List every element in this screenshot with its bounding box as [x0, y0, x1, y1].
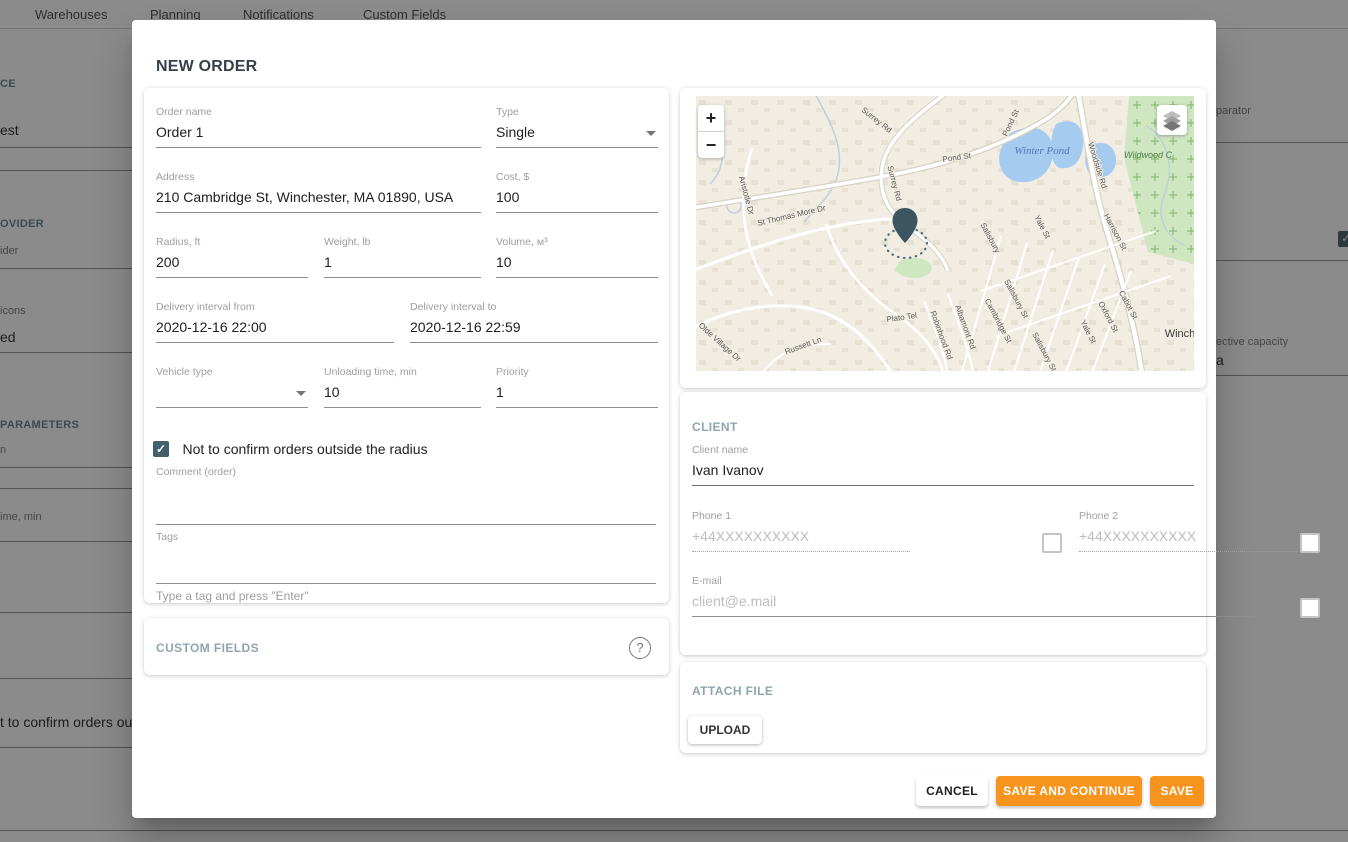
attach-file-title: ATTACH FILE [692, 684, 773, 698]
type-selected-value: Single [496, 122, 658, 140]
map-green-patch [896, 258, 932, 278]
comment-field: Comment (order) [156, 466, 656, 525]
interval-from-field: Delivery interval from [156, 301, 394, 343]
type-field: Type Single [496, 106, 658, 148]
phone2-field: Phone 2 [1079, 510, 1297, 552]
volume-field: Volume, м³ [496, 236, 658, 278]
unloading-input[interactable] [324, 382, 481, 408]
screen: Warehouses Planning Notifications Custom… [0, 0, 1348, 842]
weight-field: Weight, lb [324, 236, 481, 278]
cost-label: Cost, $ [496, 171, 658, 183]
weight-label: Weight, lb [324, 236, 481, 248]
tags-input[interactable] [156, 547, 656, 584]
order-name-input[interactable] [156, 122, 481, 148]
unloading-field: Unloading time, min [324, 366, 481, 408]
tags-field: Tags Type a tag and press "Enter" [156, 531, 656, 603]
dialog-title: NEW ORDER [156, 58, 257, 76]
phone2-input[interactable] [1079, 526, 1297, 552]
radius-checkbox-label: Not to confirm orders outside the radius [182, 441, 427, 457]
email-checkbox[interactable] [1300, 598, 1320, 618]
email-field: E-mail [692, 575, 1297, 617]
address-field: Address [156, 171, 481, 213]
priority-input[interactable] [496, 382, 658, 408]
client-title: CLIENT [692, 420, 738, 434]
radius-input[interactable] [156, 252, 308, 278]
client-name-field: Client name [692, 444, 1194, 486]
client-name-label: Client name [692, 444, 1194, 456]
priority-label: Priority [496, 366, 658, 378]
map-zoom-in-button[interactable]: + [698, 105, 724, 132]
cancel-button[interactable]: CANCEL [916, 776, 988, 806]
layers-icon [1157, 105, 1187, 135]
chevron-down-icon [646, 131, 656, 136]
cost-field: Cost, $ [496, 171, 658, 213]
priority-field: Priority [496, 366, 658, 408]
pond-label: Winter Pond [1014, 145, 1070, 157]
phone1-field: Phone 1 [692, 510, 910, 552]
order-name-label: Order name [156, 106, 481, 118]
order-form-card: Order name Type Single Address Cost, $ R… [144, 88, 669, 603]
tags-helper-text: Type a tag and press "Enter" [156, 589, 656, 603]
interval-to-field: Delivery interval to [410, 301, 658, 343]
address-label: Address [156, 171, 481, 183]
vehicle-type-selected-value [156, 382, 308, 384]
radius-label: Radius, ft [156, 236, 308, 248]
custom-fields-card: CUSTOM FIELDS ? [144, 618, 669, 675]
map[interactable]: Surrey Rd Surrey Rd Pond St Pond St Wint… [696, 96, 1194, 371]
comment-input[interactable] [156, 482, 656, 525]
type-select[interactable]: Single [496, 122, 658, 148]
type-label: Type [496, 106, 658, 118]
phone1-label: Phone 1 [692, 510, 910, 522]
email-label: E-mail [692, 575, 1297, 587]
new-order-dialog: NEW ORDER Order name Type Single Address… [132, 20, 1216, 818]
phone2-label: Phone 2 [1079, 510, 1297, 522]
upload-button[interactable]: UPLOAD [688, 716, 762, 744]
tags-label: Tags [156, 531, 656, 543]
chevron-down-icon [296, 391, 306, 396]
interval-from-label: Delivery interval from [156, 301, 394, 313]
phone1-input[interactable] [692, 526, 910, 552]
radius-field: Radius, ft [156, 236, 308, 278]
radius-checkbox[interactable]: ✓ [153, 441, 169, 457]
help-icon[interactable]: ? [629, 637, 651, 659]
weight-input[interactable] [324, 252, 481, 278]
vehicle-type-field: Vehicle type [156, 366, 308, 408]
cost-input[interactable] [496, 187, 658, 213]
custom-fields-title: CUSTOM FIELDS [156, 641, 259, 655]
vehicle-type-label: Vehicle type [156, 366, 308, 378]
interval-to-input[interactable] [410, 317, 658, 343]
interval-from-input[interactable] [156, 317, 394, 343]
save-button[interactable]: SAVE [1150, 776, 1204, 806]
map-layers-button[interactable] [1157, 105, 1187, 135]
volume-label: Volume, м³ [496, 236, 658, 248]
park-label: Wildwood C [1124, 150, 1172, 160]
order-name-field: Order name [156, 106, 481, 148]
address-input[interactable] [156, 187, 481, 213]
client-card: CLIENT Client name Phone 1 Phone 2 E-mai… [680, 392, 1206, 655]
interval-to-label: Delivery interval to [410, 301, 658, 313]
town-label: Winch [1165, 328, 1194, 340]
client-name-input[interactable] [692, 460, 1194, 486]
email-input[interactable] [692, 591, 1297, 617]
comment-label: Comment (order) [156, 466, 656, 478]
save-and-continue-button[interactable]: SAVE AND CONTINUE [996, 776, 1142, 806]
volume-input[interactable] [496, 252, 658, 278]
vehicle-type-select[interactable] [156, 382, 308, 408]
phone1-checkbox[interactable] [1042, 533, 1062, 553]
radius-checkbox-row: ✓ Not to confirm orders outside the radi… [153, 440, 653, 458]
map-zoom-out-button[interactable]: − [698, 132, 724, 158]
unloading-label: Unloading time, min [324, 366, 481, 378]
phone2-checkbox[interactable] [1300, 533, 1320, 553]
